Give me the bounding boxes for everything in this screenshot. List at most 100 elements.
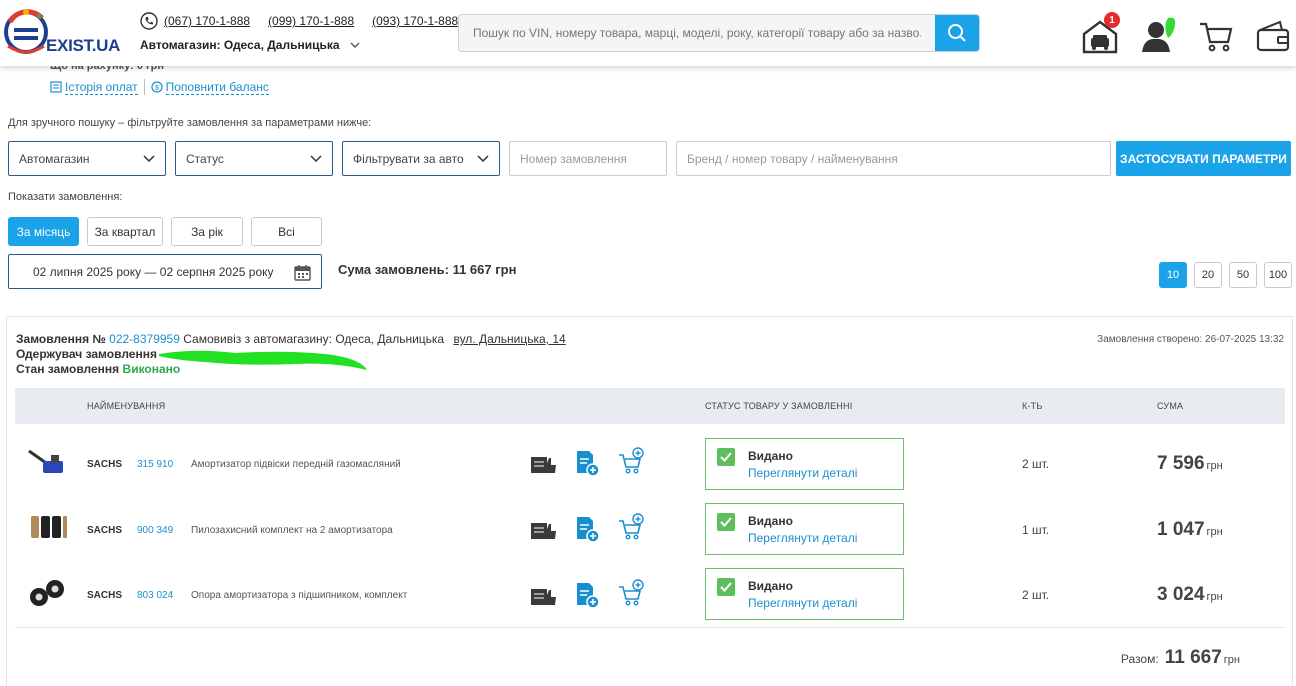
topup-balance-link[interactable]: Поповнити баланс: [165, 80, 269, 95]
col-name-header: НАЙМЕНУВАННЯ: [87, 401, 166, 411]
col-qty-header: К-ТЬ: [1022, 401, 1043, 411]
product-search-input[interactable]: Бренд / номер товару / найменування: [676, 141, 1111, 176]
total-label: Разом:: [1120, 652, 1159, 666]
item-status: Видано: [748, 449, 793, 463]
site-logo[interactable]: EXIST.UA: [4, 6, 124, 58]
items-table-header: НАЙМЕНУВАННЯ СТАТУС ТОВАРУ У ЗАМОВЛЕННІ …: [15, 388, 1285, 424]
site-header: EXIST.UA (067) 170-1-888 (099) 170-1-888…: [0, 0, 1296, 66]
logo-text: EXIST.UA: [46, 36, 121, 55]
view-details-link[interactable]: Переглянути деталі: [748, 466, 857, 480]
currency: грн: [1206, 460, 1223, 472]
checkmark-icon: [717, 448, 735, 466]
wallet-button[interactable]: [1254, 16, 1294, 56]
show-orders-label: Показати замовлення:: [8, 191, 123, 203]
period-all-button[interactable]: Всі: [251, 217, 322, 246]
currency: грн: [1206, 591, 1223, 603]
store-selector[interactable]: Автомагазин: Одеса, Дальницька: [140, 38, 360, 52]
product-brand: SACHS: [87, 590, 123, 601]
store-filter-select[interactable]: Автомагазин: [8, 141, 166, 176]
product-code-link[interactable]: 900 349: [137, 525, 173, 536]
add-to-cart-icon[interactable]: [617, 513, 645, 541]
car-filter-select[interactable]: Фільтрувати за авто: [342, 141, 500, 176]
search-input[interactable]: [459, 15, 935, 51]
account-button[interactable]: [1140, 16, 1180, 56]
garage-badge: 1: [1104, 12, 1120, 28]
add-document-icon[interactable]: [573, 515, 601, 543]
period-year-button[interactable]: За рік: [171, 217, 243, 246]
header-icons: 1: [1076, 10, 1296, 58]
phone-number[interactable]: (099) 170-1-888: [268, 14, 354, 28]
filter-hint: Для зручного пошуку – фільтруйте замовле…: [8, 117, 372, 129]
page-size-option[interactable]: 50: [1229, 262, 1257, 288]
garage-button[interactable]: 1: [1080, 12, 1120, 56]
phone-list: (067) 170-1-888 (099) 170-1-888 (093) 17…: [140, 12, 476, 30]
date-range-value: 02 липня 2025 року — 02 серпня 2025 року: [33, 264, 274, 279]
product-image[interactable]: [25, 445, 69, 481]
price-value: 1 047: [1157, 519, 1205, 540]
coin-icon: $: [151, 81, 163, 93]
phone-number[interactable]: (093) 170-1-888: [372, 14, 458, 28]
select-value: Фільтрувати за авто: [353, 151, 464, 166]
divider: [15, 627, 1285, 628]
filter-bar: Автомагазин Статус Фільтрувати за авто Н…: [8, 141, 1111, 176]
table-row: SACHS 900 349 Пилозахисний комплект на 2…: [15, 496, 1285, 562]
item-status: Видано: [748, 579, 793, 593]
review-icon[interactable]: [529, 449, 557, 477]
product-image[interactable]: [25, 575, 69, 611]
order-total: Разом: 11 667 грн: [1121, 647, 1240, 669]
add-document-icon[interactable]: [573, 581, 601, 609]
currency: грн: [1206, 526, 1223, 538]
period-month-button[interactable]: За місяць: [8, 217, 79, 246]
search-bar: [458, 14, 980, 52]
review-icon[interactable]: [529, 581, 557, 609]
chevron-down-icon: [477, 154, 489, 162]
store-address-link[interactable]: вул. Дальницька, 14: [453, 332, 565, 346]
page-size-option[interactable]: 10: [1159, 262, 1187, 288]
item-price: 7 596 грн: [1157, 453, 1223, 475]
search-button[interactable]: [935, 15, 979, 51]
select-value: Статус: [186, 151, 224, 166]
review-icon[interactable]: [529, 515, 557, 543]
product-code-link[interactable]: 315 910: [137, 459, 173, 470]
view-details-link[interactable]: Переглянути деталі: [748, 531, 857, 545]
apply-filters-button[interactable]: ЗАСТОСУВАТИ ПАРАМЕТРИ: [1116, 141, 1291, 176]
add-to-cart-icon[interactable]: [617, 447, 645, 475]
date-range-picker[interactable]: 02 липня 2025 року — 02 серпня 2025 року: [8, 254, 322, 289]
table-row: SACHS 315 910 Амортизатор підвіски перед…: [15, 431, 1285, 497]
checkmark-icon: [717, 513, 735, 531]
item-status-box: Видано Переглянути деталі: [705, 438, 904, 490]
product-code-link[interactable]: 803 024: [137, 590, 173, 601]
period-quarter-button[interactable]: За квартал: [87, 217, 163, 246]
phone-number[interactable]: (067) 170-1-888: [164, 14, 250, 28]
price-value: 3 024: [1157, 584, 1205, 605]
page-size-option[interactable]: 20: [1194, 262, 1222, 288]
item-status-box: Видано Переглянути деталі: [705, 503, 904, 555]
chevron-down-icon: [350, 42, 360, 48]
add-document-icon[interactable]: [573, 449, 601, 477]
page-size-selector: 10 20 50 100: [1159, 262, 1292, 288]
svg-text:$: $: [155, 85, 159, 92]
select-value: Автомагазин: [19, 151, 90, 166]
total-value: 11 667: [1164, 647, 1222, 668]
chevron-down-icon: [143, 154, 155, 162]
order-state-label: Стан замовлення: [16, 362, 120, 376]
product-image[interactable]: [25, 510, 69, 546]
input-placeholder: Бренд / номер товару / найменування: [687, 151, 898, 166]
cart-button[interactable]: [1196, 16, 1236, 56]
user-icon: [1142, 17, 1176, 52]
order-number-label: Замовлення №: [16, 332, 106, 346]
add-to-cart-icon[interactable]: [617, 579, 645, 607]
view-details-link[interactable]: Переглянути деталі: [748, 596, 857, 610]
currency: грн: [1223, 654, 1240, 666]
price-value: 7 596: [1157, 453, 1205, 474]
page-size-option[interactable]: 100: [1264, 262, 1292, 288]
status-filter-select[interactable]: Статус: [175, 141, 333, 176]
item-quantity: 2 шт.: [1022, 457, 1050, 471]
product-brand: SACHS: [87, 459, 123, 470]
order-number-input[interactable]: Номер замовлення: [509, 141, 667, 176]
divider: [143, 79, 145, 95]
period-buttons: За місяць За квартал За рік Всі: [8, 217, 322, 246]
payment-history-link[interactable]: Історія оплат: [65, 80, 138, 95]
checkmark-icon: [717, 578, 735, 596]
input-placeholder: Номер замовлення: [520, 151, 627, 166]
